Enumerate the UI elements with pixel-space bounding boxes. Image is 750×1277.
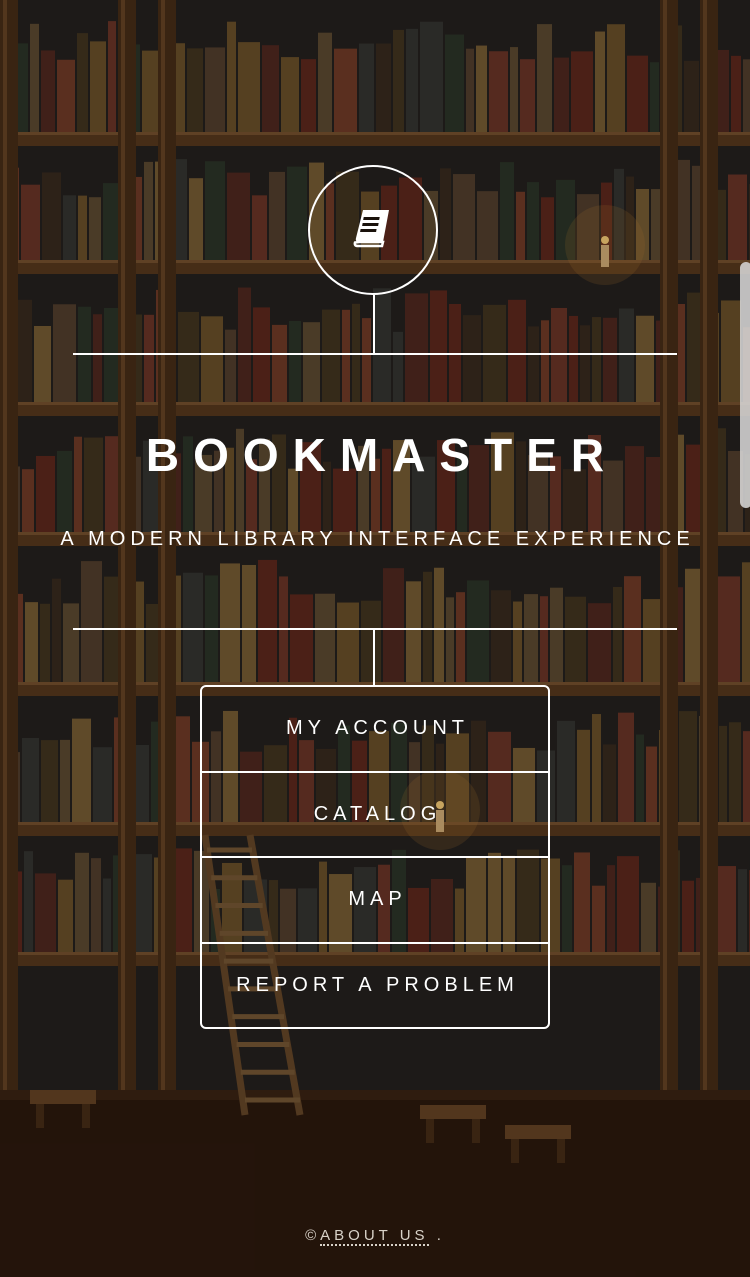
my-account-button[interactable]: MY ACCOUNT bbox=[202, 687, 548, 773]
scrollbar[interactable] bbox=[740, 262, 750, 508]
footer-suffix: . bbox=[428, 1227, 445, 1244]
app-subtitle: A MODERN LIBRARY INTERFACE EXPERIENCE bbox=[60, 528, 695, 550]
connector-line-top bbox=[373, 295, 375, 355]
divider-top bbox=[73, 353, 677, 355]
divider-bottom bbox=[73, 628, 677, 630]
connector-line-bottom bbox=[373, 630, 375, 686]
copyright-symbol: © bbox=[305, 1227, 321, 1244]
footer: ©ABOUT US . bbox=[0, 1227, 750, 1246]
book-icon bbox=[349, 204, 397, 257]
main-menu: MY ACCOUNT CATALOG MAP REPORT A PROBLEM bbox=[200, 685, 550, 1029]
app-title: BOOKMASTER bbox=[145, 429, 619, 481]
map-button[interactable]: MAP bbox=[202, 858, 548, 944]
logo-badge bbox=[308, 165, 438, 295]
catalog-button[interactable]: CATALOG bbox=[202, 773, 548, 858]
about-us-link[interactable]: ABOUT US bbox=[320, 1227, 429, 1246]
report-problem-button[interactable]: REPORT A PROBLEM bbox=[202, 944, 548, 1028]
